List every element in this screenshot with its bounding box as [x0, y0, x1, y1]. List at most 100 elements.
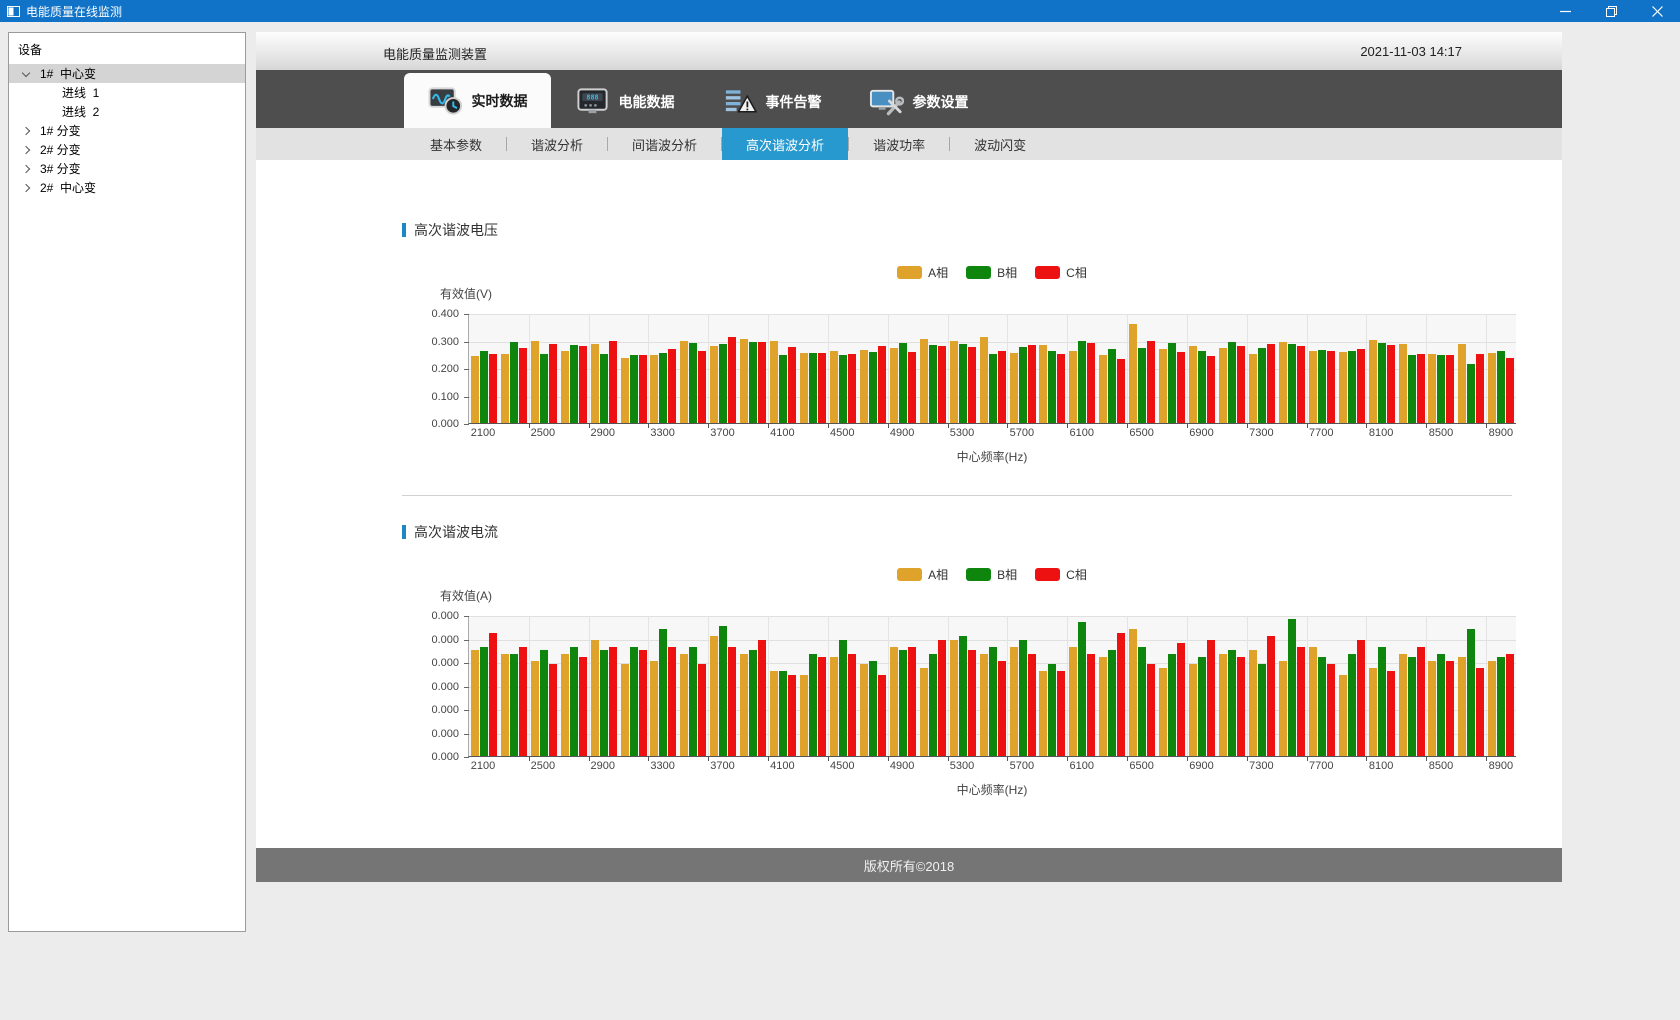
- bar: [869, 352, 877, 423]
- x-tick-label: [1336, 427, 1366, 439]
- legend-item[interactable]: A相: [897, 566, 948, 583]
- main-tab-realtime-data[interactable]: 实时数据: [404, 73, 551, 128]
- legend-item[interactable]: B相: [966, 264, 1017, 281]
- bar: [989, 647, 997, 756]
- bar: [1327, 351, 1335, 423]
- x-tick-label: [678, 427, 708, 439]
- sub-tab-3[interactable]: 高次谐波分析: [722, 128, 848, 160]
- chevron-right-icon[interactable]: [21, 126, 31, 136]
- main-tab-event-alarm[interactable]: 事件告警: [698, 75, 845, 128]
- bar-group: [738, 640, 768, 756]
- bar: [1057, 671, 1065, 756]
- x-tick-label: [977, 760, 1007, 772]
- legend-swatch-icon: [1035, 266, 1060, 279]
- bar-group: [978, 647, 1008, 756]
- bar: [1069, 647, 1077, 756]
- main-tab-energy-data[interactable]: 888电能数据: [551, 75, 698, 128]
- page-title: 电能质量监测装置: [383, 44, 487, 63]
- bar: [1258, 664, 1266, 756]
- bar: [1147, 341, 1155, 423]
- x-tick-label: 2500: [528, 760, 558, 772]
- bar-group: [1307, 350, 1337, 423]
- bar: [698, 351, 706, 423]
- tree-item[interactable]: 进线 2: [9, 102, 245, 121]
- bar: [1309, 351, 1317, 423]
- sub-tab-0[interactable]: 基本参数: [406, 128, 506, 160]
- main-tab-label: 参数设置: [913, 92, 969, 112]
- bar: [668, 349, 676, 423]
- bar: [1428, 661, 1436, 756]
- bar-group: [1067, 622, 1097, 756]
- bar-group: [918, 640, 948, 756]
- sub-tab-4[interactable]: 谐波功率: [849, 128, 949, 160]
- x-tick-mark: [1127, 423, 1128, 428]
- chevron-right-icon[interactable]: [21, 183, 31, 193]
- bar: [728, 647, 736, 756]
- bar: [1147, 664, 1155, 756]
- bar: [1488, 353, 1496, 423]
- bar: [860, 350, 868, 423]
- bar: [1010, 647, 1018, 756]
- bar: [1378, 343, 1386, 423]
- bar: [878, 346, 886, 423]
- bar: [1258, 348, 1266, 423]
- bar: [519, 348, 527, 423]
- tree-item[interactable]: 2# 分变: [9, 140, 245, 159]
- bar: [929, 345, 937, 423]
- chevron-down-icon[interactable]: [21, 69, 31, 79]
- bar-group: [828, 351, 858, 423]
- tree-item[interactable]: 进线 1: [9, 83, 245, 102]
- x-tick-label: [1336, 760, 1366, 772]
- x-tick-label: 6900: [1187, 427, 1217, 439]
- bar-group: [1247, 344, 1277, 423]
- minimize-button[interactable]: [1542, 0, 1588, 22]
- bar: [668, 647, 676, 756]
- sub-tab-1[interactable]: 谐波分析: [507, 128, 607, 160]
- bar: [800, 353, 808, 423]
- bar: [1506, 358, 1514, 423]
- bar-group: [708, 337, 738, 423]
- restore-button[interactable]: [1588, 0, 1634, 22]
- chevron-right-icon[interactable]: [21, 164, 31, 174]
- bar-group: [1127, 629, 1157, 756]
- bar: [1117, 359, 1125, 423]
- x-tick-label: 3700: [708, 427, 738, 439]
- tree-item[interactable]: 1# 中心变: [9, 64, 245, 83]
- bar: [639, 650, 647, 756]
- bar: [809, 353, 817, 423]
- sub-tab-2[interactable]: 间谐波分析: [608, 128, 721, 160]
- legend-label: C相: [1066, 264, 1087, 281]
- bar: [899, 650, 907, 756]
- tree-item[interactable]: 3# 分变: [9, 159, 245, 178]
- bar: [650, 355, 658, 423]
- bar: [531, 341, 539, 423]
- tree-item[interactable]: 2# 中心变: [9, 178, 245, 197]
- bar-group: [1486, 654, 1516, 756]
- chevron-right-icon[interactable]: [21, 145, 31, 155]
- legend-item[interactable]: A相: [897, 264, 948, 281]
- tree-item[interactable]: 1# 分变: [9, 121, 245, 140]
- bar: [510, 654, 518, 756]
- bar: [779, 671, 787, 756]
- bar: [779, 355, 787, 423]
- legend-item[interactable]: B相: [966, 566, 1017, 583]
- bar: [1168, 343, 1176, 423]
- legend-item[interactable]: C相: [1035, 264, 1087, 281]
- bar: [920, 339, 928, 423]
- close-button[interactable]: [1634, 0, 1680, 22]
- bar: [1039, 671, 1047, 756]
- page-header: 电能质量监测装置 2021-11-03 14:17: [256, 32, 1562, 70]
- device-tree: 1# 中心变进线 1进线 21# 分变2# 分变3# 分变2# 中心变: [9, 64, 245, 197]
- sub-tab-5[interactable]: 波动闪变: [950, 128, 1050, 160]
- bar: [830, 657, 838, 756]
- x-tick-mark: [1187, 423, 1188, 428]
- realtime-data-icon: [428, 86, 463, 116]
- window-title: 电能质量在线监测: [26, 3, 122, 20]
- legend-item[interactable]: C相: [1035, 566, 1087, 583]
- bar: [1159, 349, 1167, 423]
- main-tab-param-settings[interactable]: 参数设置: [845, 75, 992, 128]
- bar: [1087, 343, 1095, 423]
- bar: [639, 355, 647, 423]
- y-tick-label: 0.300: [411, 336, 459, 348]
- svg-text:888: 888: [586, 93, 598, 101]
